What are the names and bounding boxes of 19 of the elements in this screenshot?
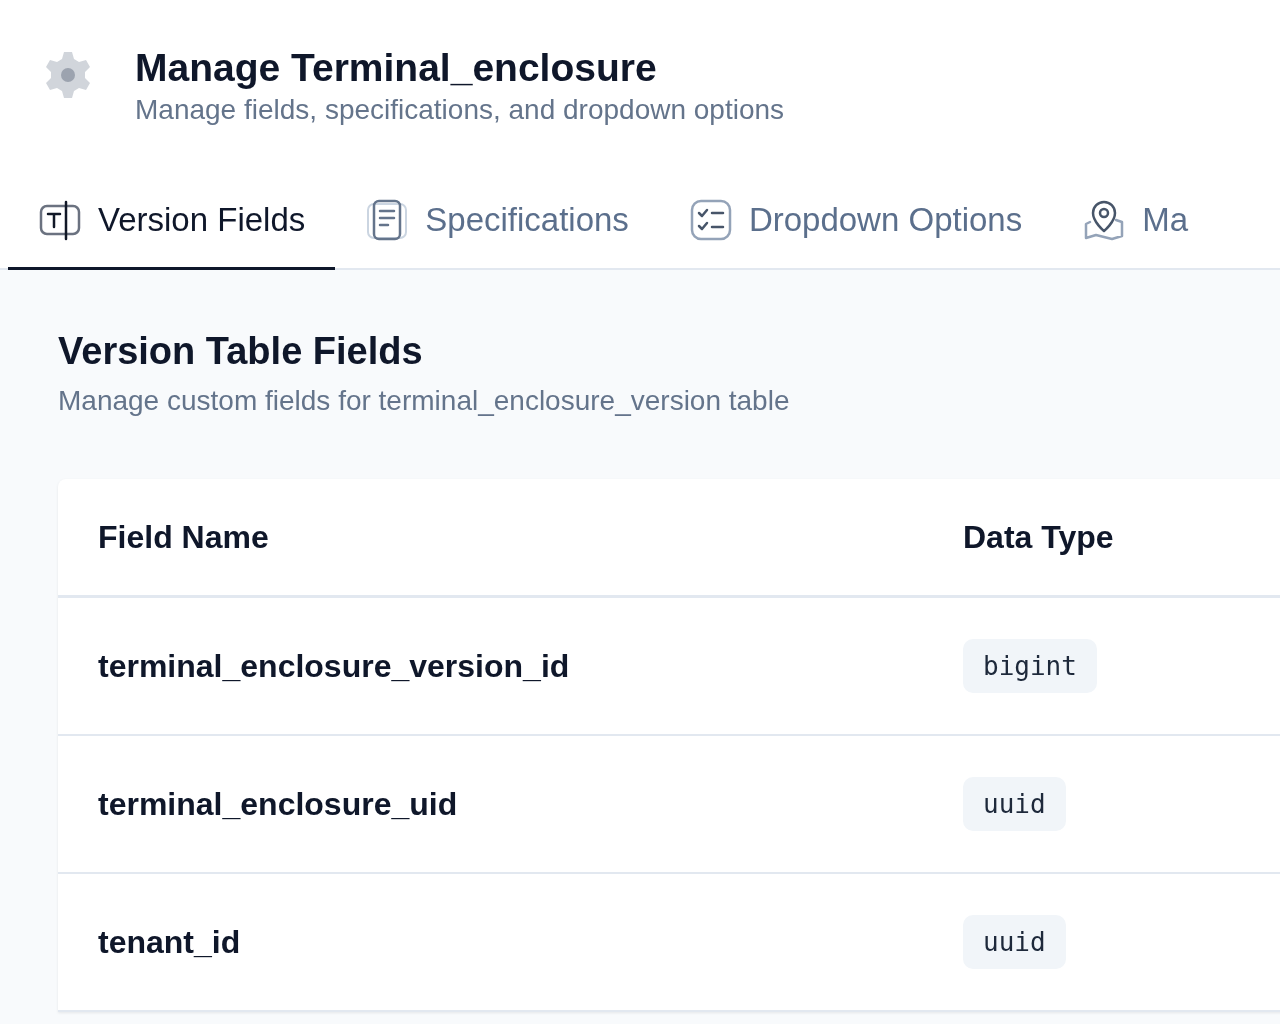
column-header: Field Name [98, 518, 269, 555]
section-subtitle: Manage custom fields for terminal_enclosure_version table [58, 385, 791, 417]
table-cell: terminal_enclosure_uid [98, 785, 458, 822]
page-subtitle: Manage fields, specifications, and dropdown options [135, 94, 785, 126]
table-cell: terminal_enclosure_version_id [98, 647, 570, 684]
type-tag: uuid [963, 777, 1066, 831]
table-cell: tenant_id [98, 923, 241, 960]
gear-icon [44, 50, 92, 100]
column-header: Data Type [963, 518, 1114, 555]
section-title: Version Table Fields [58, 330, 424, 373]
checklist-icon [688, 197, 733, 242]
document-icon [365, 197, 410, 242]
type-tag: uuid [963, 915, 1066, 969]
tab[interactable]: Ma [1052, 172, 1219, 270]
tab[interactable]: Specifications [335, 172, 659, 270]
page-title: Manage Terminal_enclosure [135, 46, 658, 90]
tab[interactable]: Dropdown Options [658, 172, 1053, 270]
type-tag: bigint [963, 639, 1097, 693]
tab[interactable]: Version Fields [8, 172, 336, 270]
